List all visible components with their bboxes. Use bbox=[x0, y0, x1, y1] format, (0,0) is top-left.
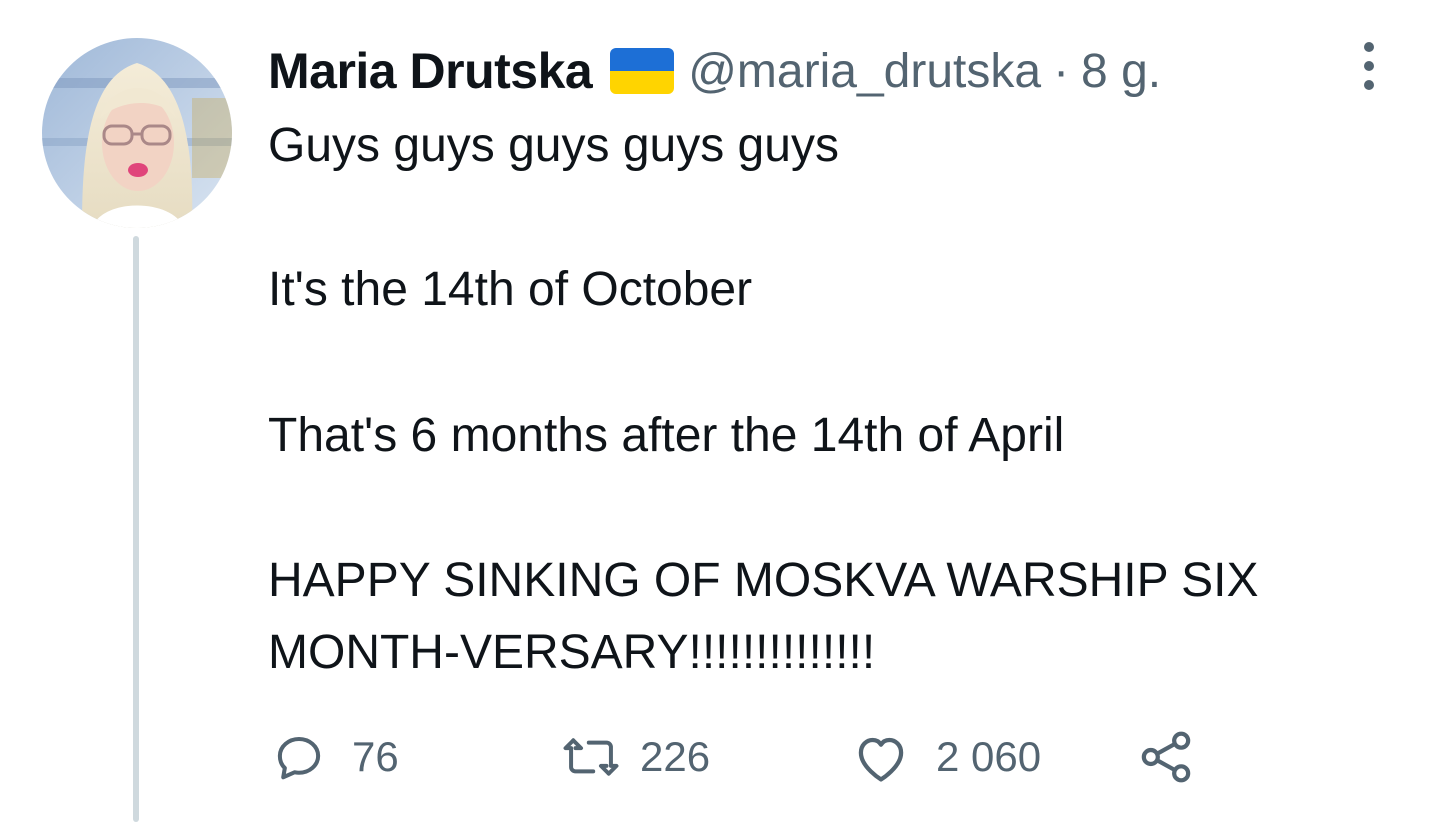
retweet-button[interactable]: 226 bbox=[560, 730, 852, 784]
more-options-icon[interactable] bbox=[1352, 42, 1386, 90]
tweet-text-line-3: That's 6 months after the 14th of April bbox=[268, 409, 1065, 462]
tweet-text-line-2: It's the 14th of October bbox=[268, 263, 753, 316]
separator-dot: · bbox=[1053, 44, 1070, 98]
author-handle[interactable]: @maria_drutska bbox=[688, 44, 1041, 99]
reply-count: 76 bbox=[352, 733, 399, 780]
thread-line bbox=[133, 236, 139, 822]
like-button[interactable]: 2 060 bbox=[852, 731, 1138, 783]
reply-icon bbox=[277, 736, 321, 780]
share-icon bbox=[1141, 731, 1191, 783]
tweet-text-line-1: Guys guys guys guys guys bbox=[268, 119, 839, 172]
tweet-actions: 76 226 2 060 bbox=[272, 722, 1194, 792]
author-name[interactable]: Maria Drutska bbox=[268, 42, 593, 100]
reply-button[interactable]: 76 bbox=[272, 730, 560, 784]
retweet-icon bbox=[563, 738, 619, 776]
share-button[interactable] bbox=[1138, 729, 1194, 785]
tweet-text-line-5: MONTH-VERSARY!!!!!!!!!!!!!! bbox=[268, 626, 876, 679]
timestamp[interactable]: 8 g. bbox=[1081, 44, 1161, 99]
flag-top-stripe bbox=[610, 48, 675, 71]
tweet-text-line-4: HAPPY SINKING OF MOSKVA WARSHIP SIX bbox=[268, 554, 1259, 607]
avatar[interactable] bbox=[42, 38, 232, 228]
avatar-image bbox=[42, 38, 232, 228]
tweet-header: Maria Drutska @maria_drutska · 8 g. bbox=[268, 40, 1161, 102]
heart-icon bbox=[858, 737, 904, 782]
flag-bottom-stripe bbox=[610, 71, 675, 94]
retweet-count: 226 bbox=[640, 733, 711, 780]
ukraine-flag-icon bbox=[610, 48, 675, 94]
like-count: 2 060 bbox=[936, 733, 1042, 780]
